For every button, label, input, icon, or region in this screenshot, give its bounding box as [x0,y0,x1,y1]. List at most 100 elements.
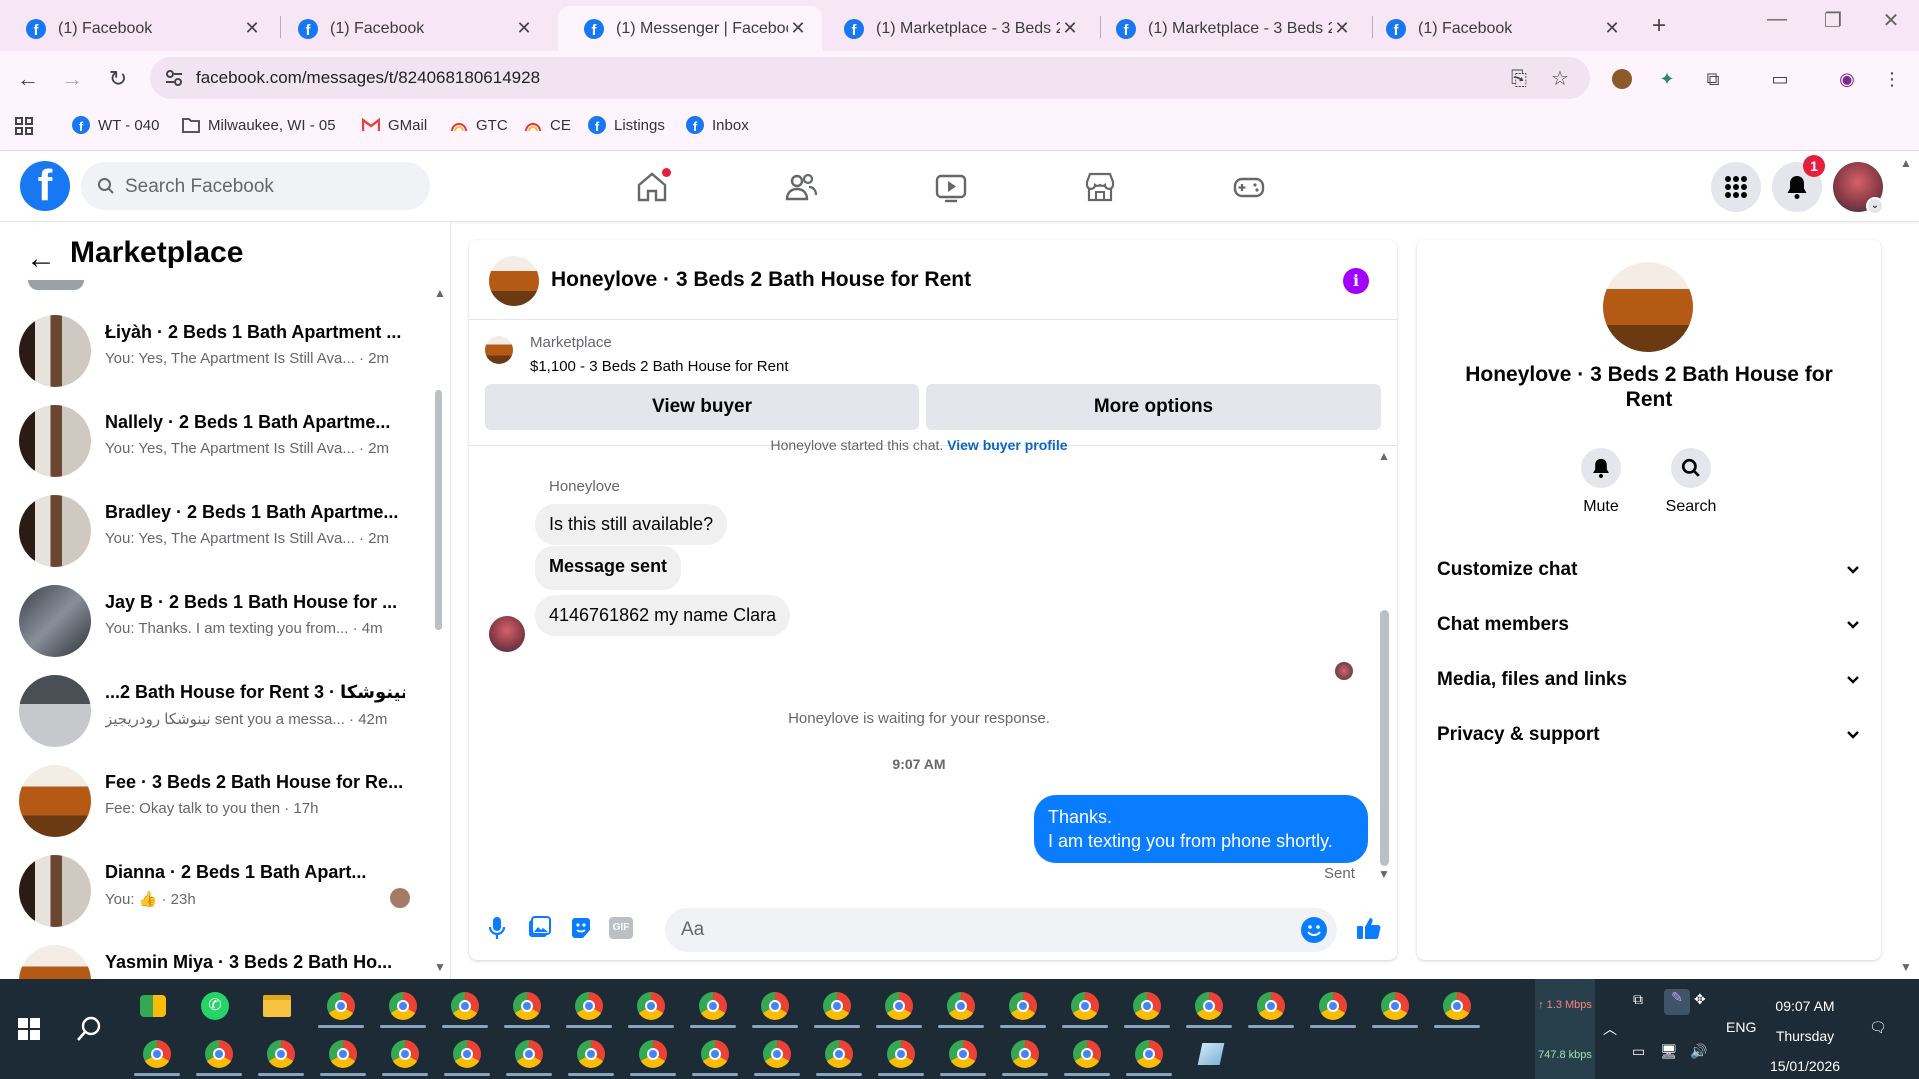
chrome-taskbar-icon[interactable] [1434,989,1480,1028]
conversation-item[interactable]: Yasmin Miya · 3 Beds 2 Bath Ho... [0,938,430,979]
marketplace-icon[interactable] [1083,170,1117,204]
facebook-logo-icon[interactable]: f [20,161,70,211]
chrome-taskbar-icon[interactable] [506,1037,552,1076]
minimize-icon[interactable]: — [1762,8,1792,31]
chrome-taskbar-icon[interactable] [318,989,364,1028]
bookmark-item[interactable]: f Inbox [686,116,749,134]
bookmark-star-icon[interactable]: ☆ [1549,68,1571,90]
conversation-list-scrollbar[interactable] [435,390,442,630]
chrome-taskbar-icon[interactable] [752,989,798,1028]
browser-tab[interactable]: f (1) Marketplace - 3 Beds 2 B ✕ [818,6,1094,51]
search-icon[interactable] [72,1012,106,1046]
gif-icon[interactable]: GIF [607,914,635,942]
new-tab-button[interactable]: + [1652,12,1666,40]
browser-tab-active[interactable]: f (1) Messenger | Facebook ✕ [558,6,822,51]
bookmark-item[interactable]: f Listings [588,116,665,134]
pen-tray-icon[interactable]: ✎ [1664,989,1690,1015]
close-tab-icon[interactable]: ✕ [242,18,262,39]
conversation-item[interactable]: Fee · 3 Beds 2 Bath House for Re... Fee:… [0,758,430,844]
mute-button[interactable]: Mute [1561,448,1641,516]
conversation-item[interactable]: Nallely · 2 Beds 1 Bath Apartme... You: … [0,398,430,484]
conversation-item[interactable]: Jay B · 2 Beds 1 Bath House for ... You:… [0,578,430,664]
chrome-taskbar-icon[interactable] [1062,989,1108,1028]
view-buyer-profile-link[interactable]: View buyer profile [947,437,1067,453]
bookmark-item[interactable]: f WT - 040 [72,116,159,134]
chrome-taskbar-icon[interactable] [442,989,488,1028]
battery-icon[interactable]: ▭ [1632,1043,1645,1060]
browser-tab[interactable]: f (1) Facebook ✕ [272,6,548,51]
browser-tab[interactable]: f (1) Facebook ✕ [1360,6,1636,51]
extension-icon[interactable]: ✦ [1655,67,1679,91]
back-arrow-icon[interactable]: ← [26,242,56,276]
customize-chat-section[interactable]: Customize chat [1437,549,1861,589]
restore-icon[interactable]: ❐ [1818,8,1848,33]
browser-tab[interactable]: f (1) Marketplace - 3 Beds 2 B ✕ [1090,6,1366,51]
close-tab-icon[interactable]: ✕ [514,18,534,39]
conversation-item[interactable]: Dianna · 2 Beds 1 Bath Apart... You: 👍 ·… [0,848,430,934]
chrome-taskbar-icon[interactable] [380,989,426,1028]
snipping-tool-icon[interactable] [1194,1037,1228,1071]
chrome-taskbar-icon[interactable] [566,989,612,1028]
scroll-up-arrow-icon[interactable]: ▲ [434,286,446,300]
chrome-taskbar-icon[interactable] [1372,989,1418,1028]
info-icon[interactable]: i [1343,268,1369,294]
scroll-down-arrow-icon[interactable]: ▼ [434,960,446,974]
chrome-taskbar-icon[interactable] [754,1037,800,1076]
back-icon[interactable]: ← [14,65,42,93]
notification-center-icon[interactable]: 🗨 [1869,1019,1887,1036]
chrome-taskbar-icon[interactable] [444,1037,490,1076]
whatsapp-icon[interactable]: ✆ [198,989,232,1023]
chrome-taskbar-icon[interactable] [320,1037,366,1076]
privacy-support-section[interactable]: Privacy & support [1437,714,1861,754]
chat-avatar[interactable] [489,256,539,306]
close-tab-icon[interactable]: ✕ [1060,18,1080,39]
chrome-taskbar-icon[interactable] [814,989,860,1028]
close-tab-icon[interactable]: ✕ [1332,18,1352,39]
language-indicator[interactable]: ENG [1726,1019,1756,1035]
chrome-taskbar-icon[interactable] [258,1037,304,1076]
taskbar-clock[interactable]: 09:07 AM Thursday 15/01/2026 [1755,991,1855,1079]
address-bar[interactable]: facebook.com/messages/t/824068180614928 … [150,57,1590,99]
chrome-taskbar-icon[interactable] [1002,1037,1048,1076]
chrome-taskbar-icon[interactable] [878,1037,924,1076]
gaming-icon[interactable] [1232,170,1266,204]
cookie-extension-icon[interactable] [1610,67,1634,91]
more-options-button[interactable]: More options [926,384,1381,430]
chrome-taskbar-icon[interactable] [938,989,984,1028]
emoji-icon[interactable] [1301,917,1327,943]
photo-icon[interactable] [525,914,553,942]
chrome-taskbar-icon[interactable] [1064,1037,1110,1076]
chat-title[interactable]: Honeylove · 3 Beds 2 Bath House for Rent [551,268,971,292]
chrome-taskbar-icon[interactable] [692,1037,738,1076]
chrome-taskbar-icon[interactable] [196,1037,242,1076]
chrome-taskbar-icon[interactable] [504,989,550,1028]
menu-kebab-icon[interactable]: ⋮ [1880,67,1904,91]
chat-members-section[interactable]: Chat members [1437,604,1861,644]
chat-scroll-up-icon[interactable]: ▲ [1378,449,1390,463]
media-files-links-section[interactable]: Media, files and links [1437,659,1861,699]
sticker-icon[interactable] [567,914,595,942]
chrome-taskbar-icon[interactable] [628,989,674,1028]
chat-scrollbar[interactable] [1380,610,1389,866]
friends-icon[interactable] [784,170,818,204]
details-avatar[interactable] [1603,262,1693,352]
chrome-taskbar-icon[interactable] [1126,1037,1172,1076]
chrome-taskbar-icon[interactable] [382,1037,428,1076]
bookmark-folder[interactable]: Milwaukee, WI - 05 [182,116,336,134]
close-tab-icon[interactable]: ✕ [788,18,808,39]
close-window-icon[interactable]: ✕ [1876,8,1906,33]
chrome-taskbar-icon[interactable] [690,989,736,1028]
chrome-taskbar-icon[interactable] [1124,989,1170,1028]
chrome-taskbar-icon[interactable] [876,989,922,1028]
account-chevron-icon[interactable]: ⌄ [1866,197,1884,215]
forward-icon[interactable]: → [58,65,86,93]
chrome-taskbar-icon[interactable] [1248,989,1294,1028]
like-thumbs-up-icon[interactable] [1355,914,1383,942]
chrome-taskbar-icon[interactable] [1000,989,1046,1028]
facebook-search-input[interactable]: Search Facebook [81,162,430,210]
watch-video-icon[interactable] [934,170,968,204]
bookmark-item[interactable]: GTC [450,116,508,134]
conversation-item[interactable]: ...2 Bath House for Rent 3 · نينوشكا نين… [0,668,430,754]
bookmark-item[interactable]: CE [524,116,571,134]
bookmark-item[interactable]: GMail [362,116,427,134]
